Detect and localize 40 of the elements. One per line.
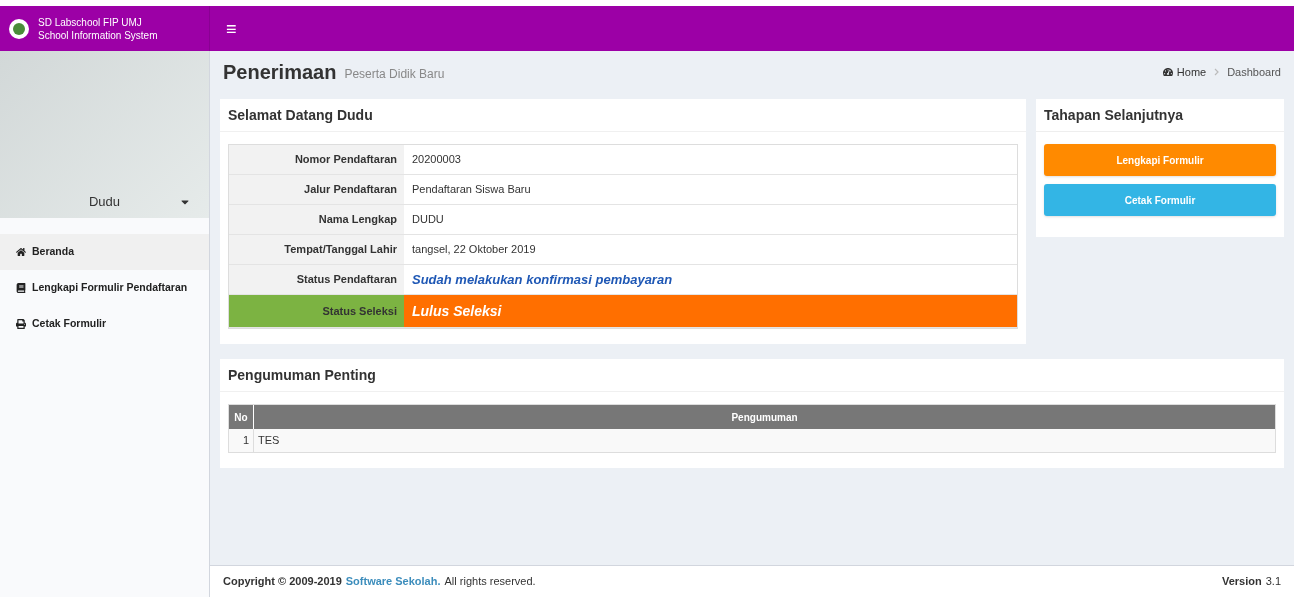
column-header: Pengumuman xyxy=(730,410,799,425)
page-subtitle: Peserta Didik Baru xyxy=(344,66,445,83)
field-label: Jalur Pendaftaran xyxy=(229,175,404,204)
breadcrumb-link[interactable]: Dashboard xyxy=(1227,63,1281,81)
sidebar-item[interactable]: Beranda xyxy=(0,234,209,270)
field-value: Lulus Seleksi xyxy=(404,295,1017,327)
field-label: Nama Lengkap xyxy=(229,205,404,234)
sidebar-item[interactable]: Cetak Formulir xyxy=(0,306,209,342)
page-title: Penerimaan xyxy=(223,60,337,85)
field-label: Nomor Pendaftaran xyxy=(229,145,404,174)
sidebar-item[interactable]: Lengkapi Formulir Pendaftaran xyxy=(0,270,209,306)
footer-link[interactable]: Software Sekolah. xyxy=(345,573,441,590)
field-value: DUDU xyxy=(411,212,445,228)
breadcrumb-link[interactable]: Home xyxy=(1176,63,1207,81)
copyright-text: Copyright © 2009-2019 xyxy=(223,574,342,590)
panel-title: Selamat Datang Dudu xyxy=(228,105,373,125)
rights-text: All rights reserved. xyxy=(444,574,536,590)
table-cell: 1 xyxy=(229,429,254,452)
field-label: Status Pendaftaran xyxy=(229,265,404,294)
book-icon xyxy=(16,283,26,293)
system-name: School Information System xyxy=(38,28,158,42)
menu-toggle-button[interactable]: ≡ xyxy=(218,14,245,43)
school-name: SD Labschool FIP UMJ xyxy=(38,15,143,29)
field-label: Tempat/Tanggal Lahir xyxy=(229,235,404,264)
dashboard-icon xyxy=(1162,67,1173,77)
field-label: Status Seleksi xyxy=(229,295,404,327)
version-label: Version xyxy=(1221,574,1262,590)
school-logo-icon xyxy=(8,17,30,40)
field-value: Pendaftaran Siswa Baru xyxy=(411,182,532,198)
field-value: tangsel, 22 Oktober 2019 xyxy=(411,242,537,258)
panel-title: Pengumuman Penting xyxy=(228,365,376,385)
user-name: Dudu xyxy=(88,193,121,212)
printer-icon xyxy=(16,319,26,329)
chevron-icon xyxy=(1214,68,1220,76)
field-value: 20200003 xyxy=(411,152,462,168)
home-icon xyxy=(16,247,26,257)
version-number: 3.1 xyxy=(1265,574,1281,590)
field-value: Sudah melakukan konfirmasi pembayaran xyxy=(411,270,674,289)
panel-title: Tahapan Selanjutnya xyxy=(1044,105,1183,125)
table-cell-text: TES xyxy=(257,433,281,449)
